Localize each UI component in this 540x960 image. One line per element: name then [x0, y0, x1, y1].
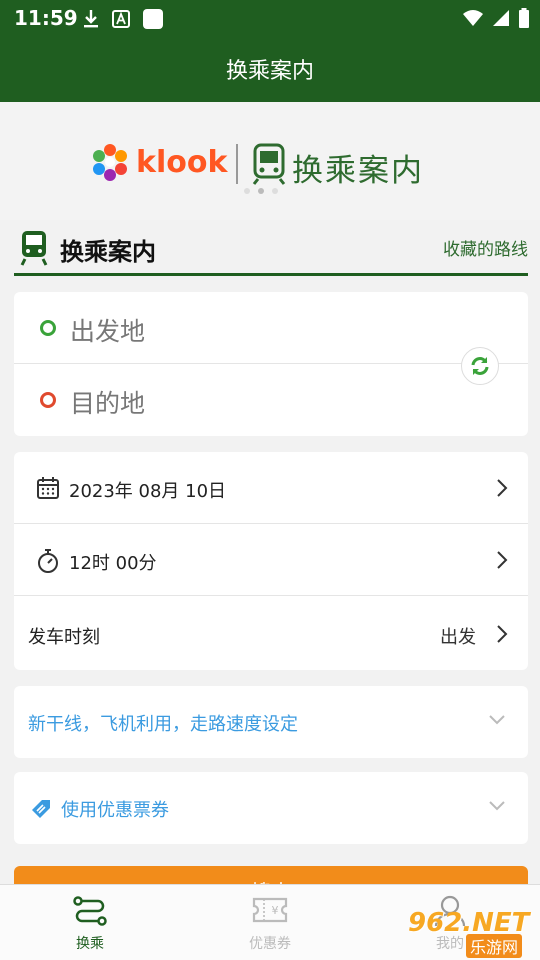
battery-icon	[519, 8, 529, 28]
section-title: 换乘案内	[60, 238, 156, 266]
date-row[interactable]: 2023年 08月 10日	[14, 452, 528, 524]
chevron-right-icon	[497, 551, 508, 569]
express-options-card[interactable]: 新干线，飞机利用，走路速度设定	[14, 686, 528, 758]
banner-brand-text: 换乘案内	[292, 153, 424, 189]
time-value: 12时 00分	[69, 553, 157, 574]
chevron-down-icon	[489, 801, 505, 811]
calendar-icon	[37, 477, 59, 499]
app-bar: 换乘案内	[0, 36, 540, 102]
nav-coupons-label: 优惠券	[249, 936, 291, 952]
blank-square-icon	[143, 9, 163, 29]
klook-wordmark: klook	[136, 144, 228, 180]
departure-label: 发车时刻	[28, 627, 100, 648]
coupon-tag-icon	[32, 800, 50, 818]
status-icons-left	[82, 8, 164, 30]
nav-coupons[interactable]: ¥ 优惠券	[210, 885, 330, 960]
train-icon	[252, 143, 286, 185]
status-icons-right	[462, 8, 530, 28]
klook-logo: klook	[90, 142, 227, 182]
status-bar: 11:59	[0, 0, 540, 36]
route-card: 出发地 目的地	[14, 292, 528, 436]
origin-placeholder: 出发地	[70, 317, 146, 346]
banner-pagination	[244, 188, 278, 194]
status-time: 11:59	[14, 6, 78, 30]
origin-field[interactable]: 出发地	[14, 292, 528, 364]
nav-transfer[interactable]: 换乘	[30, 885, 150, 960]
banner-dot[interactable]	[272, 188, 278, 194]
coupon-label: 使用优惠票券	[61, 800, 169, 821]
time-row[interactable]: 12时 00分	[14, 524, 528, 596]
section-header: 换乘案内 收藏的路线	[14, 222, 528, 276]
watermark-sub: 乐游网	[466, 934, 523, 958]
destination-field[interactable]: 目的地	[14, 364, 528, 436]
banner-divider	[236, 144, 238, 184]
destination-placeholder: 目的地	[70, 389, 146, 418]
swap-refresh-icon	[471, 357, 489, 375]
chevron-right-icon	[497, 479, 508, 497]
options-card: 2023年 08月 10日 12时 00分 发车时刻 出发	[14, 452, 528, 670]
saved-routes-link[interactable]: 收藏的路线	[443, 235, 528, 260]
wifi-icon	[463, 10, 483, 26]
banner-dot-active[interactable]	[258, 188, 264, 194]
route-icon	[73, 896, 107, 926]
departure-value: 出发	[440, 627, 476, 648]
coupon-card[interactable]: 使用优惠票券	[14, 772, 528, 844]
destination-dot-icon	[40, 392, 56, 408]
train-icon	[20, 231, 48, 266]
app-bar-title: 换乘案内	[225, 59, 314, 84]
express-options-label: 新干线，飞机利用，走路速度设定	[28, 714, 298, 735]
signal-icon	[493, 10, 509, 26]
chevron-right-icon	[497, 625, 508, 643]
swap-button[interactable]	[461, 347, 499, 385]
date-value: 2023年 08月 10日	[69, 481, 227, 502]
font-icon	[112, 10, 130, 28]
stopwatch-icon	[38, 549, 58, 573]
watermark: 962.NET 乐游网	[402, 908, 538, 958]
departure-mode-row[interactable]: 发车时刻 出发	[14, 598, 528, 670]
svg-text:¥: ¥	[272, 904, 279, 917]
nav-transfer-label: 换乘	[76, 936, 104, 952]
klook-flower-icon	[93, 144, 127, 181]
origin-dot-icon	[40, 320, 56, 336]
banner-dot[interactable]	[244, 188, 250, 194]
download-icon	[84, 10, 98, 28]
ticket-icon: ¥	[252, 897, 288, 923]
chevron-down-icon	[489, 715, 505, 725]
